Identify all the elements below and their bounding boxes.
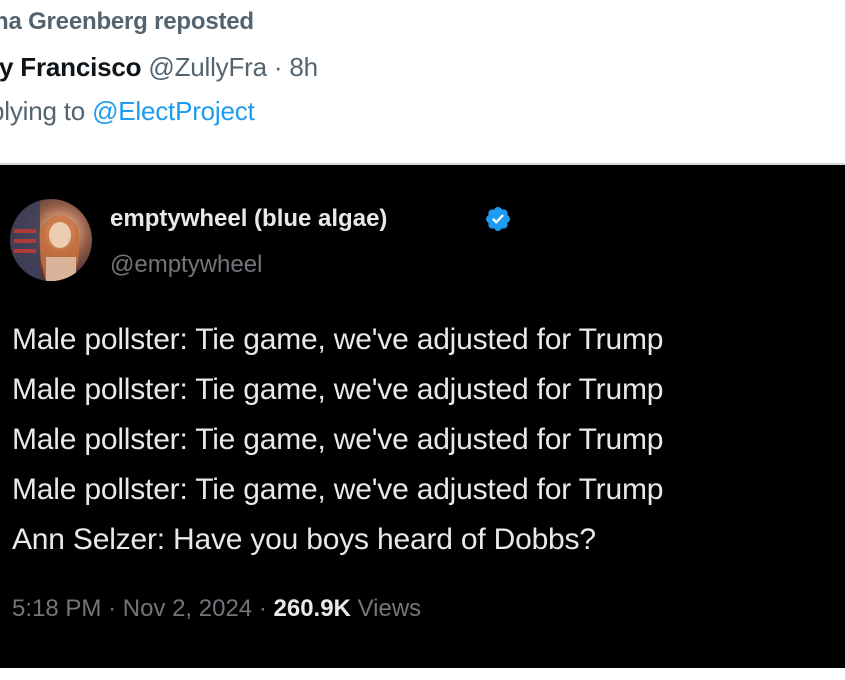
author-handle[interactable]: @ZullyFra	[148, 52, 267, 82]
embedded-display-name: emptywheel (blue algae)	[110, 205, 388, 232]
replying-to-mention[interactable]: @ElectProject	[92, 96, 255, 126]
embedded-date: Nov 2, 2024	[122, 595, 253, 622]
replying-to-line: plying to @ElectProject	[0, 96, 255, 127]
tweet-time-ago[interactable]: 8h	[289, 52, 318, 82]
tweet-text-line: Male pollster: Tie game, we've adjusted …	[12, 373, 664, 406]
tweet-text-line: Male pollster: Tie game, we've adjusted …	[12, 423, 664, 456]
replying-to-label: plying to	[0, 96, 93, 126]
tweet-author-line: ly Francisco @ZullyFra · 8h	[0, 52, 318, 83]
meta-separator: ·	[108, 595, 117, 622]
tweet-text-line: Male pollster: Tie game, we've adjusted …	[12, 473, 664, 506]
views-count: 260.9K	[273, 595, 351, 622]
embedded-tweet-image[interactable]: emptywheel (blue algae) @emptywheel Male…	[0, 163, 845, 668]
author-name[interactable]: ly Francisco	[0, 52, 142, 82]
embedded-tweet-text: Male pollster: Tie game, we've adjusted …	[12, 315, 832, 565]
repost-indicator[interactable]: na Greenberg reposted	[0, 8, 254, 36]
embedded-handle: @emptywheel	[110, 251, 263, 278]
tweet-text-line: Ann Selzer: Have you boys heard of Dobbs…	[12, 523, 596, 556]
tweet-text-line: Male pollster: Tie game, we've adjusted …	[12, 323, 664, 356]
embedded-time: 5:18 PM	[12, 595, 102, 622]
meta-separator: ·	[273, 52, 283, 82]
meta-separator: ·	[258, 595, 267, 622]
embedded-tweet-meta: 5:18 PM · Nov 2, 2024 · 260.9K Views	[12, 595, 421, 623]
verified-badge-icon	[486, 207, 510, 231]
avatar	[10, 199, 92, 281]
views-label: Views	[357, 595, 422, 622]
